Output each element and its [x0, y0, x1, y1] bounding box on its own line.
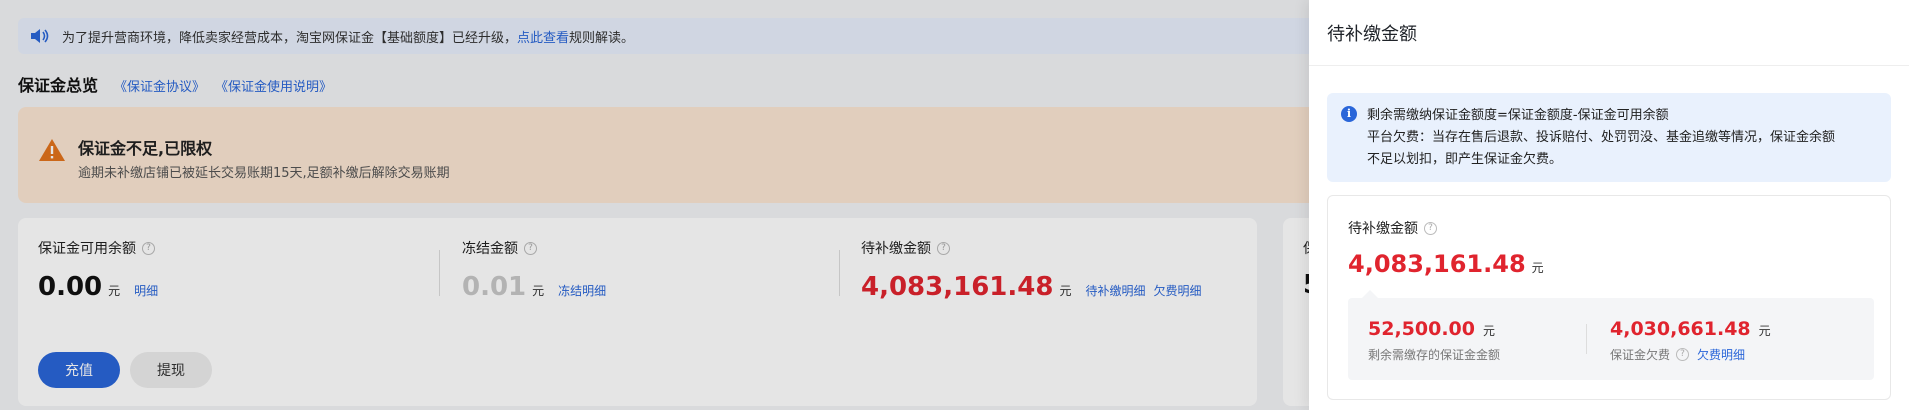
pending-payment-drawer: 待补缴金额 i 剩余需缴纳保证金额度=保证金额度-保证金可用余额 平台欠费：当存…: [1309, 0, 1909, 410]
deposit-arrears-item: 4,030,661.48 元 保证金欠费 ? 欠费明细: [1610, 318, 1771, 363]
deposit-arrears-value: 4,030,661.48: [1610, 318, 1751, 340]
help-icon[interactable]: ?: [1424, 221, 1437, 235]
remaining-deposit-item: 52,500.00 元 剩余需缴存的保证金金额: [1368, 318, 1500, 363]
remaining-deposit-unit: 元: [1482, 324, 1495, 338]
drawer-title: 待补缴金额: [1309, 0, 1909, 66]
help-icon[interactable]: ?: [1676, 348, 1690, 361]
box-value: 4,083,161.48: [1348, 250, 1526, 278]
remaining-deposit-caption: 剩余需缴存的保证金金额: [1368, 348, 1501, 362]
box-unit: 元: [1531, 261, 1544, 275]
breakdown-notch: [1362, 290, 1378, 298]
info-icon: i: [1341, 106, 1357, 122]
breakdown-panel: 52,500.00 元 剩余需缴存的保证金金额 4,030,661.48 元 保证金…: [1348, 290, 1874, 380]
info-line: 不足以划扣，即产生保证金欠费。: [1367, 152, 1563, 167]
divider: [1586, 324, 1587, 354]
deposit-arrears-caption: 保证金欠费: [1610, 348, 1671, 362]
info-alert: i 剩余需缴纳保证金额度=保证金额度-保证金可用余额 平台欠费：当存在售后退款、…: [1327, 93, 1891, 182]
box-label: 待补缴金额: [1348, 221, 1418, 237]
deposit-arrears-unit: 元: [1758, 324, 1771, 338]
modal-mask[interactable]: [0, 0, 1309, 410]
remaining-deposit-value: 52,500.00: [1368, 318, 1475, 340]
info-line: 平台欠费：当存在售后退款、投诉赔付、处罚罚没、基金追缴等情况，保证金余额: [1367, 130, 1836, 145]
arrears-detail-link[interactable]: 欠费明细: [1697, 346, 1745, 363]
pending-amount-box: 待补缴金额? 4,083,161.48 元 52,500.00 元 剩余需缴存的保…: [1327, 195, 1891, 400]
info-line: 剩余需缴纳保证金额度=保证金额度-保证金可用余额: [1367, 108, 1669, 123]
